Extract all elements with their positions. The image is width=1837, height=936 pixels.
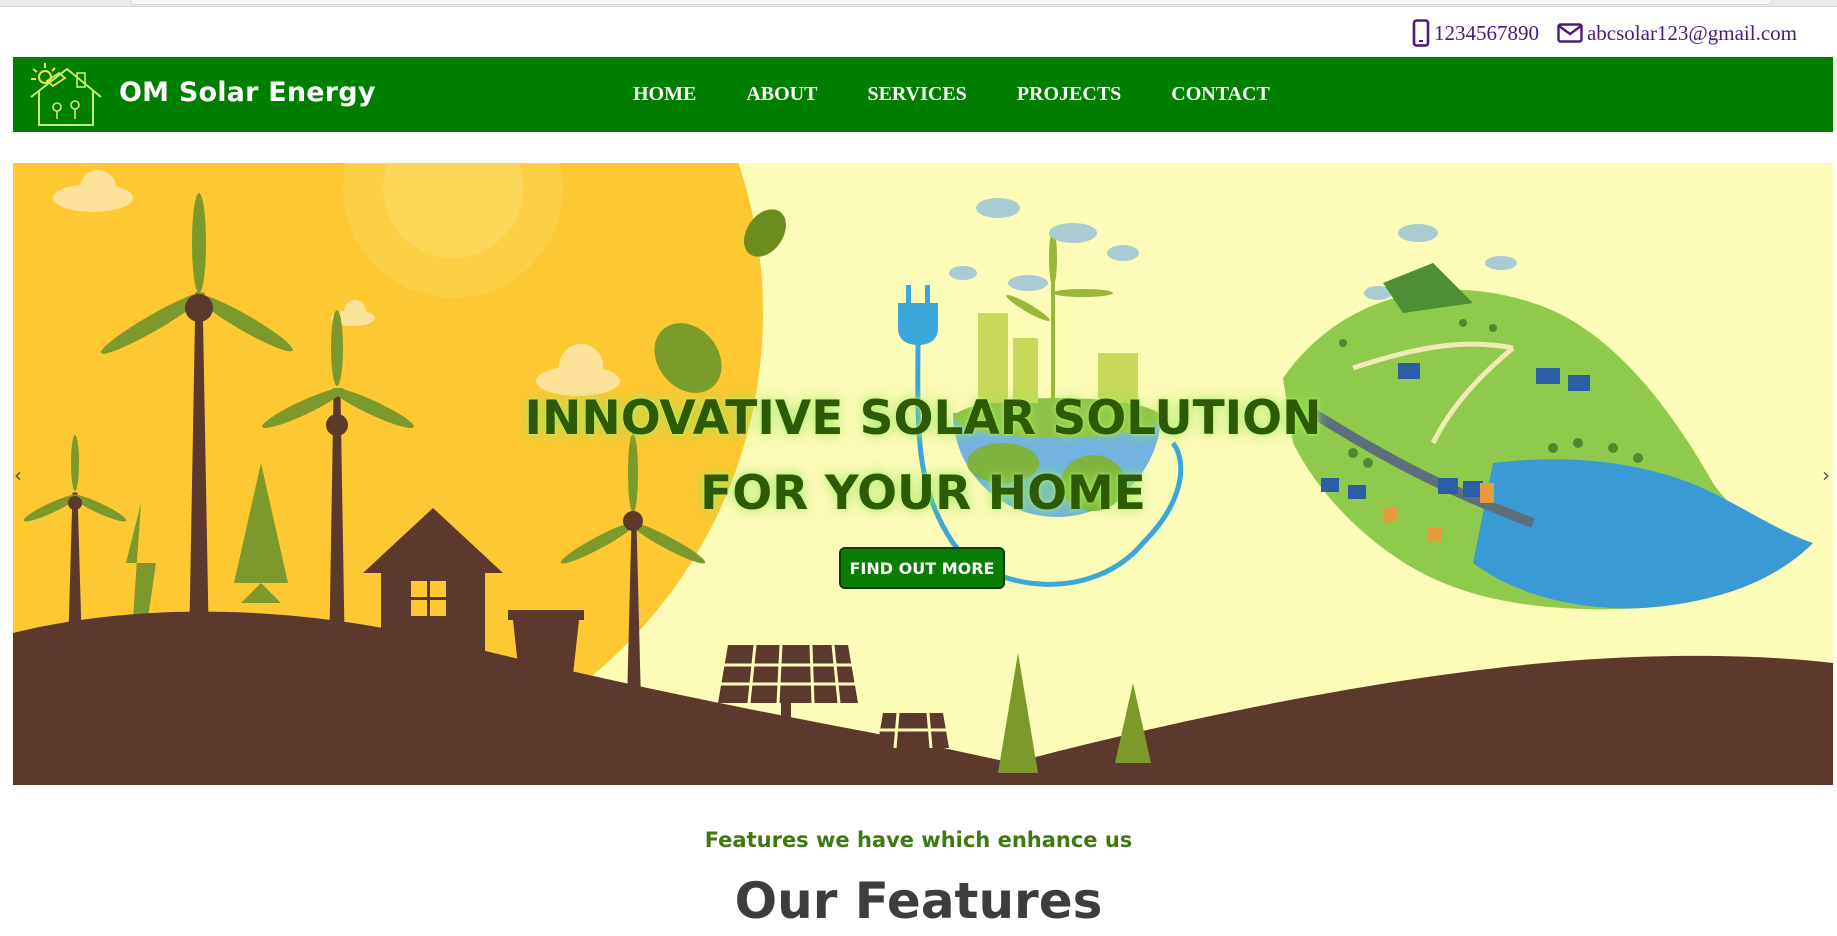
phone-icon: [1412, 19, 1430, 47]
browser-edge: [0, 0, 1837, 7]
nav-links: HOME ABOUT SERVICES PROJECTS CONTACT: [633, 57, 1270, 132]
nav-contact[interactable]: CONTACT: [1171, 83, 1270, 106]
nav-home[interactable]: HOME: [633, 83, 696, 106]
contact-bar: 1234567890 abcsolar123@gmail.com: [1412, 18, 1797, 48]
carousel-prev-icon[interactable]: ‹: [14, 463, 22, 487]
nav-projects[interactable]: PROJECTS: [1017, 83, 1121, 106]
features-subtitle: Features we have which enhance us: [704, 828, 1133, 852]
browser-tab-strip: [130, 0, 1772, 5]
hero-title-line1: INNOVATIVE SOLAR SOLUTION: [524, 391, 1322, 446]
find-out-more-button[interactable]: FIND OUT MORE: [839, 547, 1005, 589]
mail-icon: [1557, 23, 1583, 43]
features-title: Our Features: [734, 872, 1103, 930]
ground-shape: [13, 611, 1833, 785]
navbar: OM Solar Energy HOME ABOUT SERVICES PROJ…: [13, 57, 1833, 132]
email-contact[interactable]: abcsolar123@gmail.com: [1557, 21, 1797, 46]
hero-carousel: INNOVATIVE SOLAR SOLUTION FOR YOUR HOME …: [13, 163, 1833, 785]
nav-services[interactable]: SERVICES: [867, 83, 966, 106]
brand-name[interactable]: OM Solar Energy: [119, 77, 376, 108]
email-address: abcsolar123@gmail.com: [1586, 20, 1797, 45]
phone-contact[interactable]: 1234567890: [1412, 19, 1539, 47]
nav-about[interactable]: ABOUT: [746, 83, 817, 106]
house-solar-logo-icon[interactable]: [23, 59, 105, 129]
carousel-next-icon[interactable]: ›: [1822, 463, 1830, 487]
phone-number: 1234567890: [1433, 20, 1539, 45]
hero-title-line2: FOR YOUR HOME: [700, 466, 1146, 521]
